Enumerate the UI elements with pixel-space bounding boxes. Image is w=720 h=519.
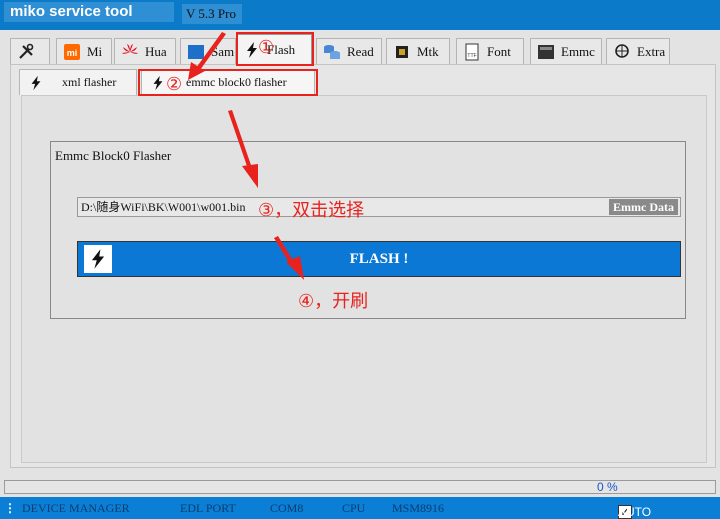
database-icon [323,43,341,61]
subtab-label: xml flasher [62,75,117,89]
emmc-data-button[interactable]: Emmc Data [609,199,678,215]
annotation-box-flash-tab [236,32,314,66]
lightning-icon [28,75,44,91]
tab-mi[interactable]: mi Mi [56,38,112,64]
emmc-icon [537,43,555,61]
auto-reboot-label: AUTO REBOOT [618,505,652,519]
tab-tools[interactable] [10,38,50,64]
tab-read[interactable]: Read [316,38,382,64]
annotation-step1: ① [258,37,275,58]
tab-label: Emmc [561,43,595,59]
tab-emmc[interactable]: Emmc [530,38,602,64]
tools-icon [17,43,35,61]
annotation-box-emmc-subtab [138,69,318,96]
annotation-step4: ④，开刷 [298,291,369,312]
group-title: Emmc Block0 Flasher [55,148,172,163]
tab-label: Extra [637,43,666,59]
com-port-value: COM8 [270,501,304,515]
flash-button[interactable]: FLASH ! [77,241,681,277]
tab-label: Read [347,43,374,59]
progress-bar: 0 % [4,480,716,494]
tab-samsung[interactable]: Sam [180,38,236,64]
tab-extra[interactable]: Extra [606,38,670,64]
font-icon: TTF [463,43,481,61]
extra-icon [613,43,631,61]
annotation-step2: ② [166,74,183,95]
tab-huawei[interactable]: Hua [114,38,176,64]
xiaomi-icon: mi [63,43,81,61]
edl-port-label: EDL PORT [180,501,236,515]
tab-label: Font [487,43,511,59]
cpu-value: MSM8916 [392,501,445,515]
chip-icon [393,43,411,61]
tab-label: Mi [87,43,103,59]
svg-text:mi: mi [67,48,78,58]
subtab-content: Emmc Block0 Flasher D:\随身WiFi\BK\W001\w0… [21,95,707,463]
lightning-icon [84,245,112,273]
huawei-icon [121,43,139,61]
device-manager-link[interactable]: DEVICE MANAGER [22,501,130,516]
status-menu-icon[interactable]: ⋮ [4,501,16,516]
title-bar: miko service tool V 5.3 Pro [0,0,720,30]
app-title: miko service tool [4,2,174,22]
annotation-step3: ③，双击选择 [258,200,365,221]
flash-panel: xml flasher emmc block0 flasher Emmc Blo… [10,64,716,468]
samsung-icon [187,43,205,61]
tab-label: Hua [145,43,167,59]
tab-label: Sam [211,43,235,59]
file-path-field[interactable]: D:\随身WiFi\BK\W001\w001.bin Emmc Data [77,197,681,217]
status-bar: ⋮ DEVICE MANAGER EDL PORT COM8 CPU MSM89… [0,497,720,519]
flash-button-label: FLASH ! [349,250,409,267]
app-version: V 5.3 Pro [182,4,242,24]
main-tab-bar: mi Mi Hua Sam Flash Read Mtk TTF Font Em… [0,30,720,64]
progress-text: 0 % [597,480,618,494]
tab-mtk[interactable]: Mtk [386,38,450,64]
tab-font[interactable]: TTF Font [456,38,524,64]
svg-text:TTF: TTF [467,53,476,59]
cpu-label: CPU [342,501,366,515]
tab-label: Mtk [417,43,439,59]
file-path-value: D:\随身WiFi\BK\W001\w001.bin [81,200,246,214]
subtab-xml-flasher[interactable]: xml flasher [19,69,137,95]
